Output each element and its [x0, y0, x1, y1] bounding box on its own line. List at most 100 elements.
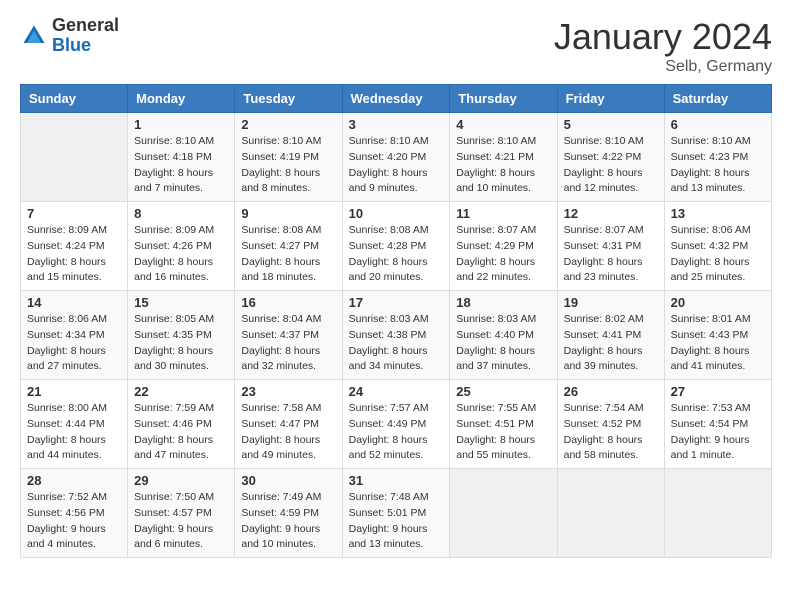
- calendar-cell: [664, 469, 771, 558]
- day-number: 12: [564, 206, 658, 221]
- calendar-cell: 17 Sunrise: 8:03 AMSunset: 4:38 PMDayligh…: [342, 291, 450, 380]
- day-number: 18: [456, 295, 550, 310]
- day-number: 6: [671, 117, 765, 132]
- day-info: Sunrise: 8:07 AMSunset: 4:31 PMDaylight:…: [564, 223, 658, 286]
- day-number: 21: [27, 384, 121, 399]
- week-row-3: 21 Sunrise: 8:00 AMSunset: 4:44 PMDayligh…: [21, 380, 772, 469]
- day-number: 11: [456, 206, 550, 221]
- calendar-cell: 9 Sunrise: 8:08 AMSunset: 4:27 PMDaylight…: [235, 202, 342, 291]
- day-info: Sunrise: 8:03 AMSunset: 4:38 PMDaylight:…: [349, 312, 444, 375]
- day-info: Sunrise: 7:59 AMSunset: 4:46 PMDaylight:…: [134, 401, 228, 464]
- day-number: 15: [134, 295, 228, 310]
- day-info: Sunrise: 7:48 AMSunset: 5:01 PMDaylight:…: [349, 490, 444, 553]
- day-header-friday: Friday: [557, 85, 664, 113]
- location: Selb, Germany: [554, 58, 772, 76]
- calendar-cell: 2 Sunrise: 8:10 AMSunset: 4:19 PMDaylight…: [235, 113, 342, 202]
- day-header-thursday: Thursday: [450, 85, 557, 113]
- day-number: 29: [134, 473, 228, 488]
- logo-general: General: [52, 16, 119, 36]
- calendar-cell: 21 Sunrise: 8:00 AMSunset: 4:44 PMDayligh…: [21, 380, 128, 469]
- day-info: Sunrise: 8:06 AMSunset: 4:32 PMDaylight:…: [671, 223, 765, 286]
- day-info: Sunrise: 7:50 AMSunset: 4:57 PMDaylight:…: [134, 490, 228, 553]
- day-number: 3: [349, 117, 444, 132]
- day-info: Sunrise: 8:05 AMSunset: 4:35 PMDaylight:…: [134, 312, 228, 375]
- logo: General Blue: [20, 16, 119, 56]
- calendar: SundayMondayTuesdayWednesdayThursdayFrid…: [20, 84, 772, 558]
- header: General Blue January 2024 Selb, Germany: [20, 16, 772, 76]
- day-number: 5: [564, 117, 658, 132]
- calendar-cell: 18 Sunrise: 8:03 AMSunset: 4:40 PMDayligh…: [450, 291, 557, 380]
- calendar-cell: 31 Sunrise: 7:48 AMSunset: 5:01 PMDayligh…: [342, 469, 450, 558]
- calendar-cell: 13Sunrise: 8:06 AMSunset: 4:32 PMDayligh…: [664, 202, 771, 291]
- day-number: 20: [671, 295, 765, 310]
- calendar-cell: 30 Sunrise: 7:49 AMSunset: 4:59 PMDayligh…: [235, 469, 342, 558]
- calendar-cell: 22 Sunrise: 7:59 AMSunset: 4:46 PMDayligh…: [128, 380, 235, 469]
- day-info: Sunrise: 8:00 AMSunset: 4:44 PMDaylight:…: [27, 401, 121, 464]
- day-info: Sunrise: 7:52 AMSunset: 4:56 PMDaylight:…: [27, 490, 121, 553]
- day-number: 1: [134, 117, 228, 132]
- day-info: Sunrise: 8:08 AMSunset: 4:28 PMDaylight:…: [349, 223, 444, 286]
- calendar-cell: 27 Sunrise: 7:53 AMSunset: 4:54 PMDayligh…: [664, 380, 771, 469]
- month-title: January 2024: [554, 16, 772, 58]
- day-number: 9: [241, 206, 335, 221]
- calendar-cell: 4 Sunrise: 8:10 AMSunset: 4:21 PMDaylight…: [450, 113, 557, 202]
- week-row-4: 28 Sunrise: 7:52 AMSunset: 4:56 PMDayligh…: [21, 469, 772, 558]
- day-info: Sunrise: 7:54 AMSunset: 4:52 PMDaylight:…: [564, 401, 658, 464]
- day-info: Sunrise: 8:07 AMSunset: 4:29 PMDaylight:…: [456, 223, 550, 286]
- day-header-saturday: Saturday: [664, 85, 771, 113]
- day-info: Sunrise: 7:55 AMSunset: 4:51 PMDaylight:…: [456, 401, 550, 464]
- day-number: 23: [241, 384, 335, 399]
- day-info: Sunrise: 7:49 AMSunset: 4:59 PMDaylight:…: [241, 490, 335, 553]
- calendar-body: 1Sunrise: 8:10 AMSunset: 4:18 PMDaylight…: [21, 113, 772, 558]
- calendar-cell: 1Sunrise: 8:10 AMSunset: 4:18 PMDaylight…: [128, 113, 235, 202]
- day-number: 10: [349, 206, 444, 221]
- calendar-cell: 29 Sunrise: 7:50 AMSunset: 4:57 PMDayligh…: [128, 469, 235, 558]
- day-number: 4: [456, 117, 550, 132]
- calendar-cell: 8 Sunrise: 8:09 AMSunset: 4:26 PMDaylight…: [128, 202, 235, 291]
- calendar-cell: [450, 469, 557, 558]
- day-number: 24: [349, 384, 444, 399]
- calendar-cell: 24Sunrise: 7:57 AMSunset: 4:49 PMDayligh…: [342, 380, 450, 469]
- day-number: 26: [564, 384, 658, 399]
- day-info: Sunrise: 7:53 AMSunset: 4:54 PMDaylight:…: [671, 401, 765, 464]
- day-number: 22: [134, 384, 228, 399]
- calendar-cell: 12 Sunrise: 8:07 AMSunset: 4:31 PMDayligh…: [557, 202, 664, 291]
- week-row-2: 14 Sunrise: 8:06 AMSunset: 4:34 PMDayligh…: [21, 291, 772, 380]
- day-info: Sunrise: 8:03 AMSunset: 4:40 PMDaylight:…: [456, 312, 550, 375]
- day-number: 27: [671, 384, 765, 399]
- day-number: 14: [27, 295, 121, 310]
- logo-blue: Blue: [52, 36, 119, 56]
- day-number: 31: [349, 473, 444, 488]
- day-info: Sunrise: 8:08 AMSunset: 4:27 PMDaylight:…: [241, 223, 335, 286]
- day-number: 17: [349, 295, 444, 310]
- calendar-cell: 15 Sunrise: 8:05 AMSunset: 4:35 PMDayligh…: [128, 291, 235, 380]
- week-row-1: 7Sunrise: 8:09 AMSunset: 4:24 PMDaylight…: [21, 202, 772, 291]
- day-info: Sunrise: 8:10 AMSunset: 4:23 PMDaylight:…: [671, 134, 765, 197]
- day-number: 8: [134, 206, 228, 221]
- day-info: Sunrise: 8:01 AMSunset: 4:43 PMDaylight:…: [671, 312, 765, 375]
- day-number: 2: [241, 117, 335, 132]
- day-number: 28: [27, 473, 121, 488]
- calendar-cell: 6 Sunrise: 8:10 AMSunset: 4:23 PMDaylight…: [664, 113, 771, 202]
- calendar-header: SundayMondayTuesdayWednesdayThursdayFrid…: [21, 85, 772, 113]
- day-info: Sunrise: 8:04 AMSunset: 4:37 PMDaylight:…: [241, 312, 335, 375]
- calendar-cell: [21, 113, 128, 202]
- calendar-cell: 5 Sunrise: 8:10 AMSunset: 4:22 PMDaylight…: [557, 113, 664, 202]
- day-header-monday: Monday: [128, 85, 235, 113]
- day-info: Sunrise: 8:10 AMSunset: 4:21 PMDaylight:…: [456, 134, 550, 197]
- calendar-cell: 20 Sunrise: 8:01 AMSunset: 4:43 PMDayligh…: [664, 291, 771, 380]
- day-info: Sunrise: 7:58 AMSunset: 4:47 PMDaylight:…: [241, 401, 335, 464]
- logo-text: General Blue: [52, 16, 119, 56]
- day-number: 30: [241, 473, 335, 488]
- calendar-cell: 10 Sunrise: 8:08 AMSunset: 4:28 PMDayligh…: [342, 202, 450, 291]
- day-info: Sunrise: 8:10 AMSunset: 4:19 PMDaylight:…: [241, 134, 335, 197]
- day-number: 16: [241, 295, 335, 310]
- day-info: Sunrise: 8:10 AMSunset: 4:22 PMDaylight:…: [564, 134, 658, 197]
- calendar-cell: 7Sunrise: 8:09 AMSunset: 4:24 PMDaylight…: [21, 202, 128, 291]
- calendar-cell: 25Sunrise: 7:55 AMSunset: 4:51 PMDayligh…: [450, 380, 557, 469]
- day-header-wednesday: Wednesday: [342, 85, 450, 113]
- calendar-cell: 14 Sunrise: 8:06 AMSunset: 4:34 PMDayligh…: [21, 291, 128, 380]
- day-info: Sunrise: 8:06 AMSunset: 4:34 PMDaylight:…: [27, 312, 121, 375]
- calendar-cell: 3Sunrise: 8:10 AMSunset: 4:20 PMDaylight…: [342, 113, 450, 202]
- day-info: Sunrise: 8:09 AMSunset: 4:26 PMDaylight:…: [134, 223, 228, 286]
